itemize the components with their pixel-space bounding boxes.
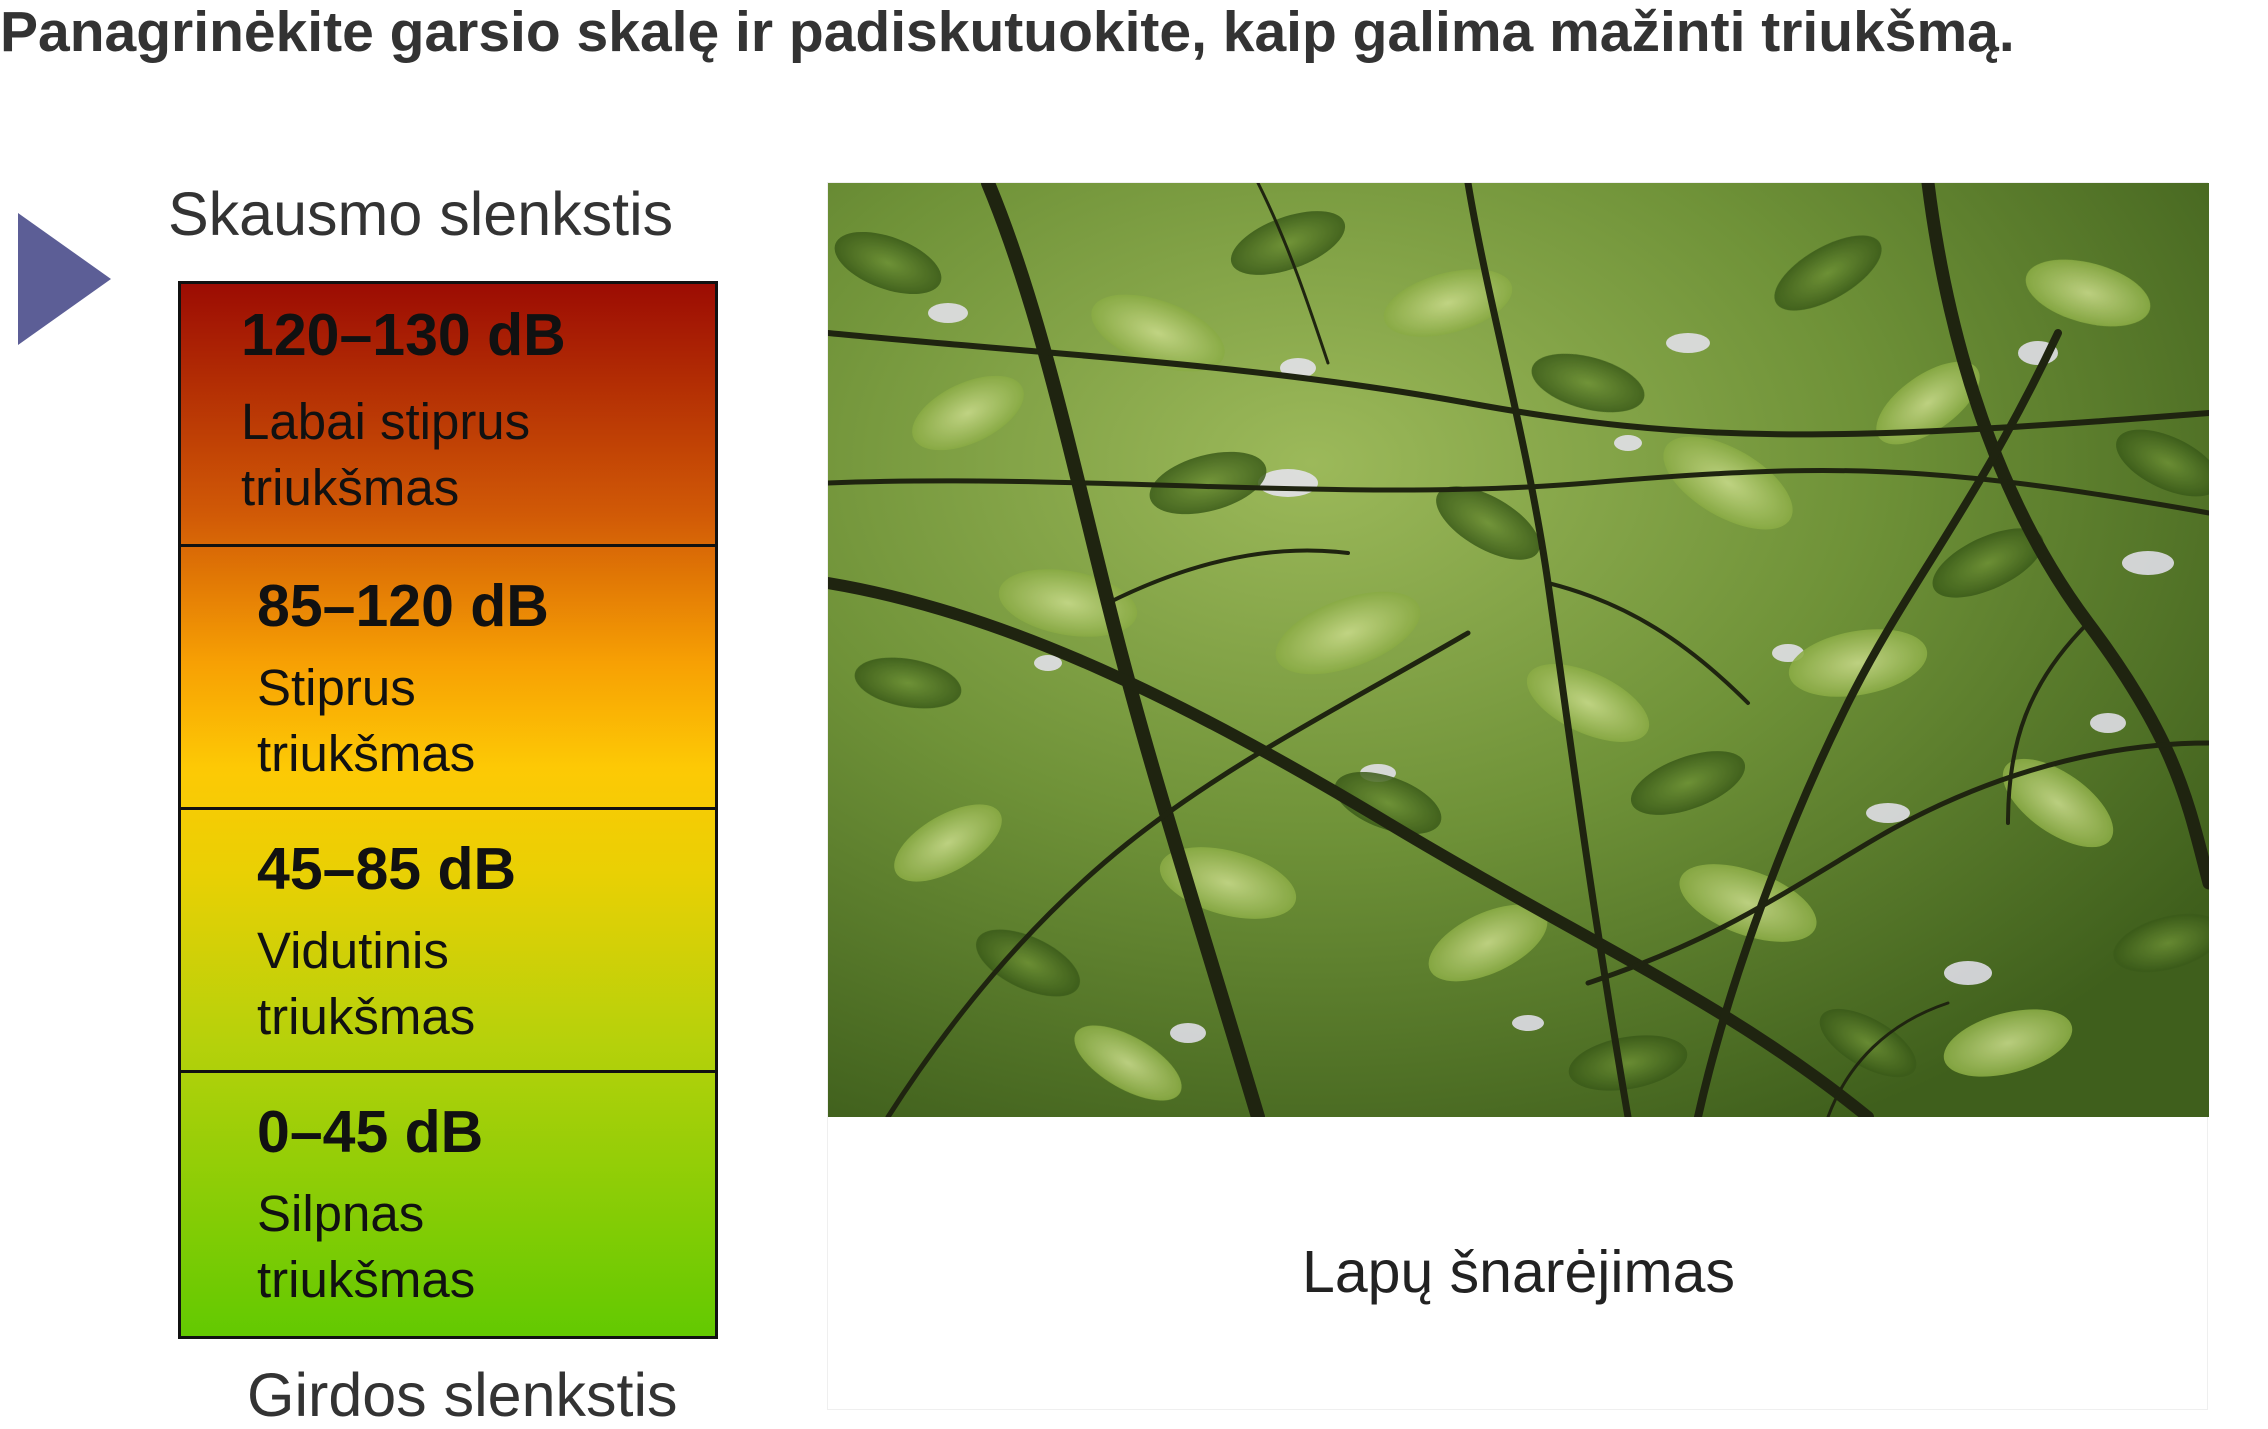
- photo-card: Lapų šnarėjimas: [827, 182, 2209, 1410]
- scale-band-loud: 85–120 dB Stiprus triukšmas: [181, 547, 715, 810]
- band-range: 0–45 dB: [257, 1099, 484, 1165]
- photo-caption: Lapų šnarėjimas: [1302, 1239, 1735, 1305]
- band-range: 45–85 dB: [257, 836, 517, 902]
- scale-band-quiet: 0–45 dB Silpnas triukšmas: [181, 1073, 715, 1336]
- scale-band-very-loud: 120–130 dB Labai stiprus triukšmas: [181, 284, 715, 547]
- band-description: Silpnas triukšmas: [257, 1185, 476, 1308]
- band-range: 120–130 dB: [241, 302, 566, 368]
- band-description: Vidutinis triukšmas: [257, 922, 476, 1045]
- triangle-right-icon: [18, 213, 111, 345]
- band-description: Stiprus triukšmas: [257, 659, 476, 782]
- scale-band-moderate: 45–85 dB Vidutinis triukšmas: [181, 810, 715, 1073]
- pain-threshold-label: Skausmo slenkstis: [168, 180, 674, 248]
- tree-canopy-image: [828, 183, 2209, 1117]
- page-heading: Panagrinėkite garsio skalę ir padiskutuo…: [0, 0, 2015, 64]
- tree-canopy-photo: [828, 183, 2209, 1117]
- band-range: 85–120 dB: [257, 573, 549, 639]
- sound-level-scale: 120–130 dB Labai stiprus triukšmas 85–12…: [178, 281, 718, 1339]
- band-description: Labai stiprus triukšmas: [241, 393, 531, 516]
- hearing-threshold-label: Girdos slenkstis: [247, 1361, 678, 1429]
